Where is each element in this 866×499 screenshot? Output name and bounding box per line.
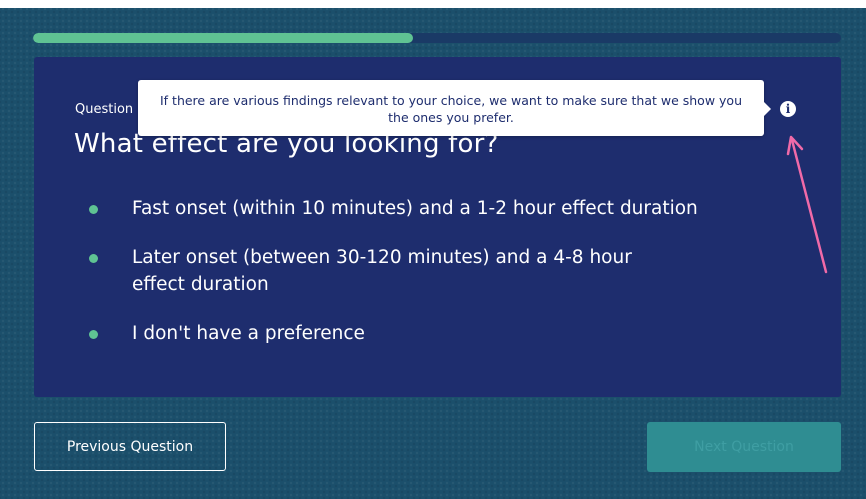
tooltip-text: If there are various findings relevant t… xyxy=(159,93,742,125)
answer-option-label: I don't have a preference xyxy=(132,323,365,344)
bullet-icon xyxy=(89,205,98,214)
bullet-icon xyxy=(89,330,98,339)
answer-option-no-preference[interactable]: I don't have a preference xyxy=(34,320,841,347)
answer-option-later-onset[interactable]: Later onset (between 30-120 minutes) and… xyxy=(34,244,732,298)
progress-bar-fill xyxy=(33,33,413,43)
info-tooltip: If there are various findings relevant t… xyxy=(138,80,771,136)
next-question-button[interactable]: Next Question xyxy=(647,422,841,472)
top-strip xyxy=(0,0,866,8)
bullet-icon xyxy=(89,254,98,263)
answer-option-label: Later onset (between 30-120 minutes) and… xyxy=(132,247,632,295)
progress-bar xyxy=(33,33,841,43)
question-label: Question xyxy=(75,102,134,117)
previous-question-button[interactable]: Previous Question xyxy=(34,422,226,471)
answer-option-label: Fast onset (within 10 minutes) and a 1-2… xyxy=(132,198,698,219)
answer-option-fast-onset[interactable]: Fast onset (within 10 minutes) and a 1-2… xyxy=(34,195,841,222)
info-icon[interactable]: i xyxy=(780,101,796,117)
annotation-arrow xyxy=(786,135,828,274)
answer-options: Fast onset (within 10 minutes) and a 1-2… xyxy=(34,195,841,369)
